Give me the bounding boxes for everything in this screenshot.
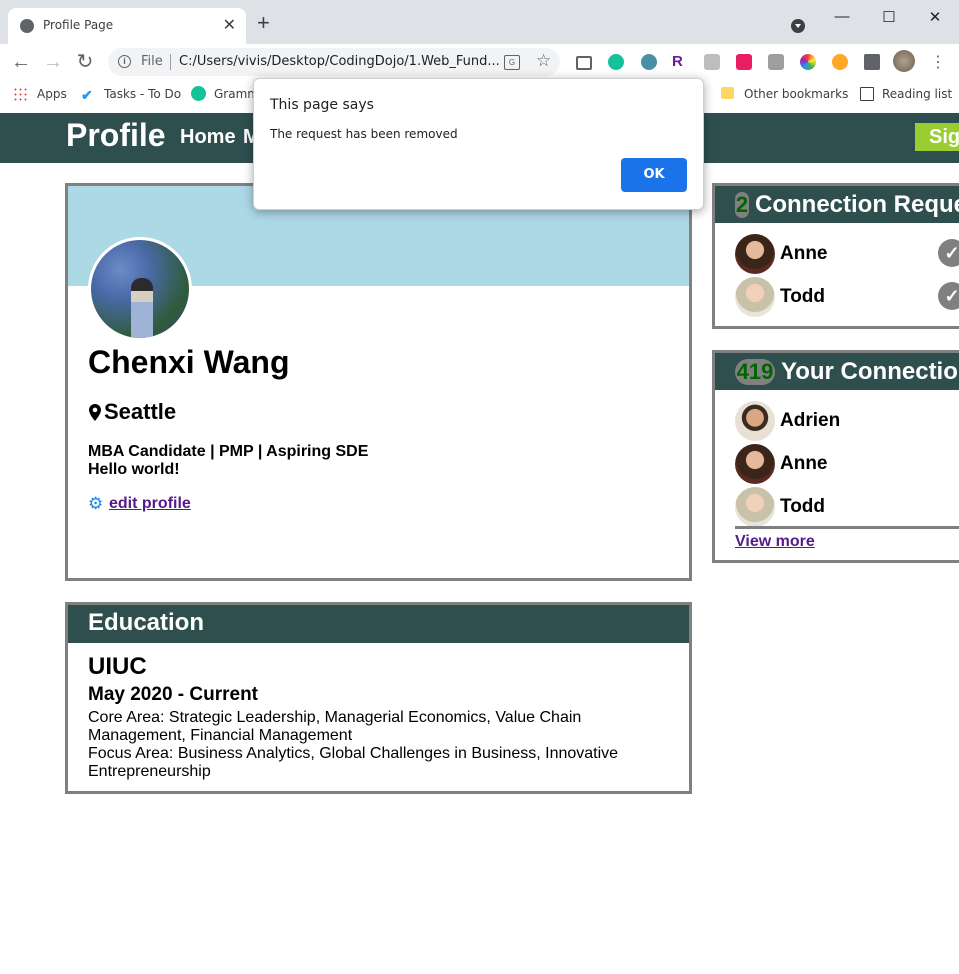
reload-icon[interactable]: ↻ (73, 50, 97, 74)
focus-area: Focus Area: Business Analytics, Global C… (88, 745, 619, 780)
close-window-button[interactable]: ✕ (925, 8, 945, 26)
avatar (735, 277, 775, 317)
grammarly-icon[interactable] (608, 54, 624, 70)
url-scheme: File (141, 54, 163, 69)
bookmark-tasks[interactable]: Tasks - To Do (104, 87, 181, 101)
bookmark-reading-list[interactable]: Reading list (882, 87, 952, 101)
accept-check-icon[interactable]: ✓ (938, 239, 959, 267)
tab-close-button[interactable]: ✕ (223, 15, 236, 35)
profile-avatar-icon[interactable] (893, 50, 915, 72)
avatar-figure (131, 278, 153, 338)
profile-headline: MBA Candidate | PMP | Aspiring SDE (88, 443, 369, 460)
folder-icon (721, 87, 734, 99)
accept-check-icon[interactable]: ✓ (938, 282, 959, 310)
new-tab-button[interactable]: + (257, 12, 270, 34)
site-brand[interactable]: Profile (66, 117, 166, 154)
forward-icon[interactable]: → (41, 50, 65, 74)
apps-grid-icon[interactable] (13, 87, 27, 101)
profile-bio: Hello world! (88, 461, 180, 478)
reading-list-icon (860, 87, 874, 101)
request-name-todd[interactable]: Todd (780, 286, 825, 308)
connection-requests-title: Connection Reque (755, 191, 959, 218)
education-dates: May 2020 - Current (88, 684, 259, 705)
request-name-anne[interactable]: Anne (780, 243, 828, 265)
menu-kebab-icon[interactable]: ⋮ (930, 52, 946, 72)
profile-name: Chenxi Wang (88, 344, 290, 380)
maximize-button[interactable]: ☐ (879, 8, 899, 26)
minimize-button[interactable]: — (832, 8, 852, 25)
ok-button[interactable]: OK (621, 158, 687, 192)
address-bar[interactable]: i File C:/Users/vivis/Desktop/CodingDojo… (108, 48, 560, 76)
url-text[interactable]: C:/Users/vivis/Desktop/CodingDojo/1.Web_… (179, 54, 500, 69)
color-picker-icon[interactable] (800, 54, 816, 70)
info-icon[interactable]: i (118, 55, 131, 68)
avatar (735, 444, 775, 484)
alert-dialog: This page says The request has been remo… (253, 78, 704, 210)
dropper-icon[interactable] (832, 54, 848, 70)
connections-divider (735, 526, 959, 529)
bookmark-star-icon[interactable]: ☆ (536, 51, 551, 71)
browser-tab[interactable]: Profile Page ✕ (8, 8, 246, 44)
check-bookmark-icon: ✔ (81, 87, 93, 103)
avatar (735, 234, 775, 274)
globe-icon (20, 19, 34, 33)
dialog-message: The request has been removed (270, 127, 458, 141)
view-more-link[interactable]: View more (735, 533, 815, 551)
grammarly-bookmark-icon (191, 86, 206, 101)
connection-name-anne[interactable]: Anne (780, 453, 828, 475)
core-area: Core Area: Strategic Leadership, Manager… (88, 709, 582, 744)
school-name: UIUC (88, 653, 147, 680)
gear-icon[interactable]: ⚙ (88, 495, 103, 512)
tab-search-icon[interactable] (791, 19, 805, 33)
connection-name-adrien[interactable]: Adrien (780, 410, 840, 432)
url-separator (170, 54, 171, 70)
bookmark-apps[interactable]: Apps (37, 87, 67, 101)
education-title: Education (88, 609, 205, 636)
r-extension-icon[interactable]: R (672, 54, 688, 70)
map-pin-icon (89, 404, 101, 421)
avatar (735, 487, 775, 527)
tab-title: Profile Page (43, 18, 114, 32)
nav-home-link[interactable]: Home (180, 126, 236, 149)
connections-count-badge: 419 (735, 359, 775, 385)
f-extension-icon[interactable] (768, 54, 784, 70)
extension-icon[interactable] (641, 54, 657, 70)
dialog-title: This page says (270, 97, 374, 113)
profile-location: Seattle (104, 399, 177, 424)
edit-profile-link[interactable]: edit profile (109, 495, 191, 513)
sign-out-button[interactable]: Sig (915, 123, 959, 151)
connections-title: Your Connectio (781, 358, 958, 385)
requests-count-badge: 2 (735, 192, 749, 218)
avatar (735, 401, 775, 441)
puzzle-icon[interactable] (864, 54, 880, 70)
camera-icon[interactable] (576, 56, 592, 70)
back-icon[interactable]: ← (9, 50, 33, 74)
connection-name-todd[interactable]: Todd (780, 496, 825, 518)
translate-icon[interactable]: G (504, 55, 520, 70)
ib-extension-icon[interactable] (736, 54, 752, 70)
profile-avatar (88, 237, 192, 341)
rakuten-icon[interactable] (704, 54, 720, 70)
bookmark-other[interactable]: Other bookmarks (744, 87, 848, 101)
